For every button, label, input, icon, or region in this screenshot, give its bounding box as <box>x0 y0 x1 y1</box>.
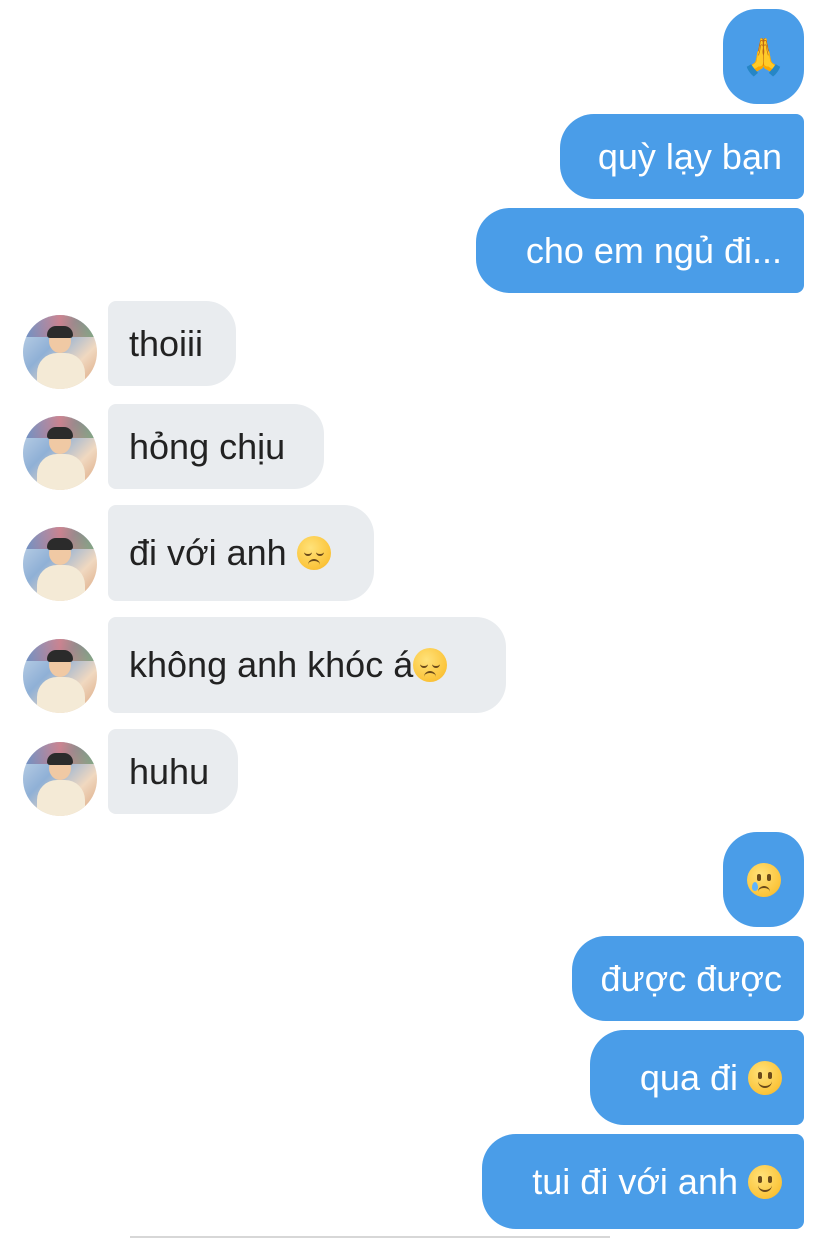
slightly-smiling-face-icon <box>748 1164 782 1199</box>
contact-avatar[interactable] <box>23 527 97 601</box>
outgoing-message[interactable]: cho em ngủ đi... <box>476 208 804 293</box>
folded-hands-icon: 🙏 <box>741 35 786 77</box>
message-text: không anh khóc á <box>129 644 414 685</box>
message-text: đi với anh <box>129 532 297 573</box>
pensive-face-icon <box>296 536 331 570</box>
message-text: cho em ngủ đi... <box>525 229 782 271</box>
message-text: thoiii <box>129 322 204 364</box>
message-text: huhu <box>129 750 210 792</box>
slightly-smiling-face-icon <box>748 1060 782 1095</box>
divider <box>130 1236 610 1238</box>
outgoing-message[interactable] <box>723 832 804 927</box>
message-text: quỳ lạy bạn <box>597 135 782 177</box>
contact-avatar[interactable] <box>23 315 97 389</box>
outgoing-message[interactable]: tui đi với anh <box>482 1134 804 1229</box>
message-text: qua đi <box>639 1056 748 1098</box>
outgoing-message[interactable]: 🙏 <box>723 9 804 104</box>
incoming-message[interactable]: không anh khóc á <box>108 617 506 713</box>
pensive-face-icon <box>413 648 448 682</box>
outgoing-message[interactable]: qua đi <box>590 1030 804 1125</box>
message-text: được được <box>600 957 782 999</box>
contact-avatar[interactable] <box>23 742 97 816</box>
message-text: hỏng chịu <box>129 425 286 467</box>
chat-thread: 🙏 quỳ lạy bạn cho em ngủ đi... thoiii hỏ… <box>0 0 828 1239</box>
contact-avatar[interactable] <box>23 416 97 490</box>
incoming-message[interactable]: thoiii <box>108 301 236 386</box>
outgoing-message[interactable]: quỳ lạy bạn <box>560 114 804 199</box>
incoming-message[interactable]: huhu <box>108 729 238 814</box>
incoming-message[interactable]: đi với anh <box>108 505 374 601</box>
face-holding-back-tears-icon <box>746 862 781 897</box>
outgoing-message[interactable]: được được <box>572 936 804 1021</box>
contact-avatar[interactable] <box>23 639 97 713</box>
incoming-message[interactable]: hỏng chịu <box>108 404 324 489</box>
message-text: tui đi với anh <box>532 1160 748 1202</box>
